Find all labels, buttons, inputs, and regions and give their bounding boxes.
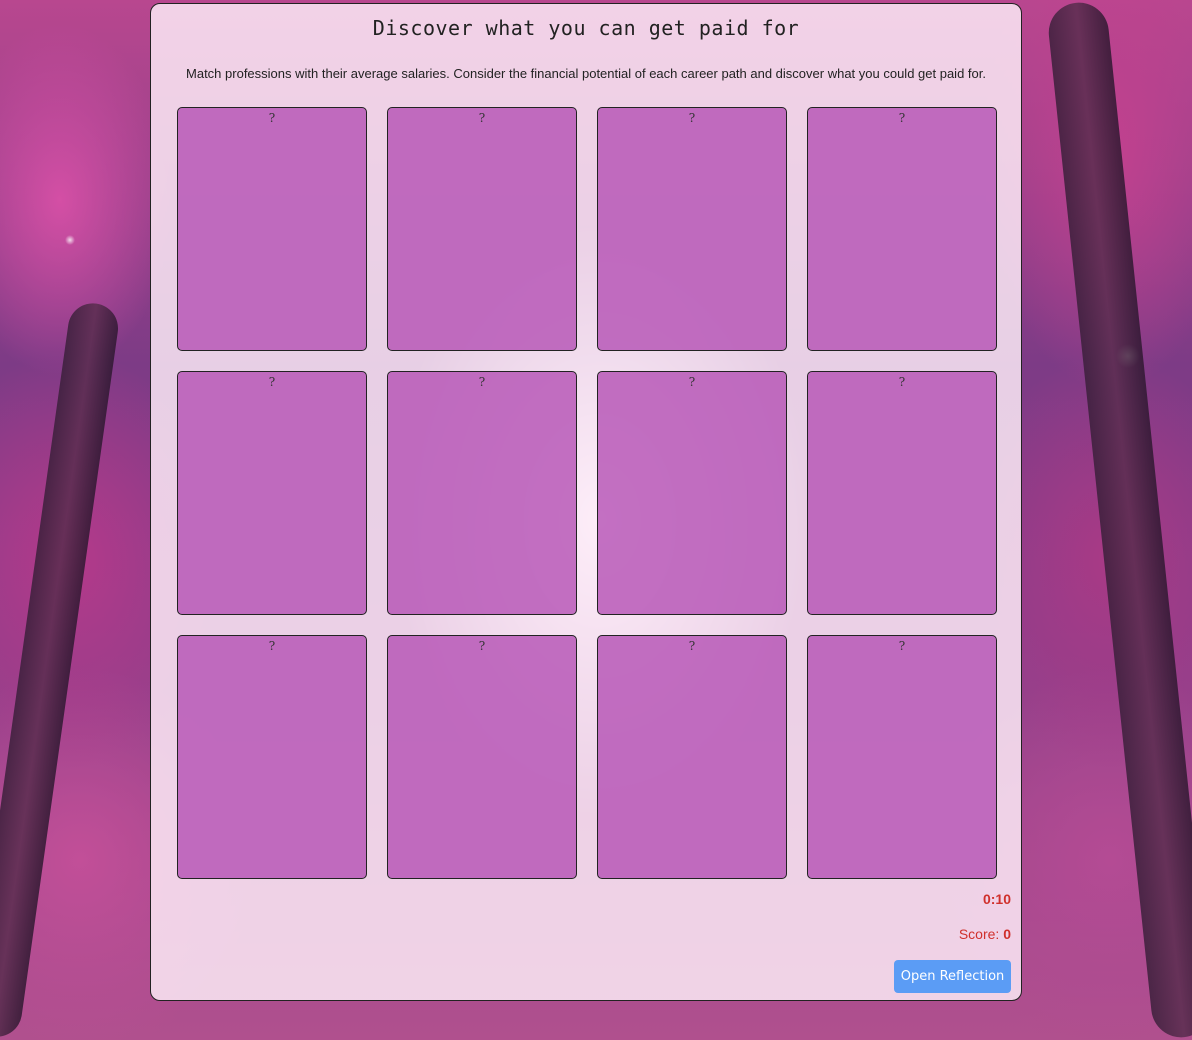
score-value: 0 (1003, 926, 1011, 942)
memory-card[interactable]: ? (177, 371, 367, 615)
card-hidden-label: ? (898, 375, 906, 389)
card-hidden-label: ? (898, 111, 906, 125)
card-hidden-label: ? (688, 639, 696, 653)
card-hidden-label: ? (688, 375, 696, 389)
memory-card[interactable]: ? (177, 107, 367, 351)
open-reflection-button[interactable]: Open Reflection (894, 960, 1011, 993)
memory-card[interactable]: ? (387, 635, 577, 879)
card-hidden-label: ? (478, 639, 486, 653)
card-hidden-label: ? (268, 111, 276, 125)
card-hidden-label: ? (268, 375, 276, 389)
memory-card[interactable]: ? (387, 107, 577, 351)
memory-card[interactable]: ? (807, 107, 997, 351)
memory-card[interactable]: ? (177, 635, 367, 879)
game-instructions: Match professions with their average sal… (186, 66, 986, 81)
card-hidden-label: ? (898, 639, 906, 653)
memory-card[interactable]: ? (597, 107, 787, 351)
score-label: Score: (958, 926, 1000, 942)
memory-card[interactable]: ? (807, 635, 997, 879)
memory-card[interactable]: ? (597, 635, 787, 879)
memory-card[interactable]: ? (597, 371, 787, 615)
card-hidden-label: ? (478, 111, 486, 125)
memory-card[interactable]: ? (387, 371, 577, 615)
card-hidden-label: ? (268, 639, 276, 653)
tree-trunk-left (0, 300, 122, 1040)
card-grid: ? ? ? ? ? ? ? ? ? ? ? ? (177, 107, 997, 879)
tree-trunk-right (1045, 0, 1192, 1040)
score-display: Score: 0 (959, 926, 1011, 942)
card-hidden-label: ? (688, 111, 696, 125)
memory-card[interactable]: ? (807, 371, 997, 615)
game-panel: Discover what you can get paid for Match… (150, 3, 1022, 1001)
game-title: Discover what you can get paid for (372, 16, 800, 40)
timer: 0:10 (982, 891, 1011, 907)
card-hidden-label: ? (478, 375, 486, 389)
